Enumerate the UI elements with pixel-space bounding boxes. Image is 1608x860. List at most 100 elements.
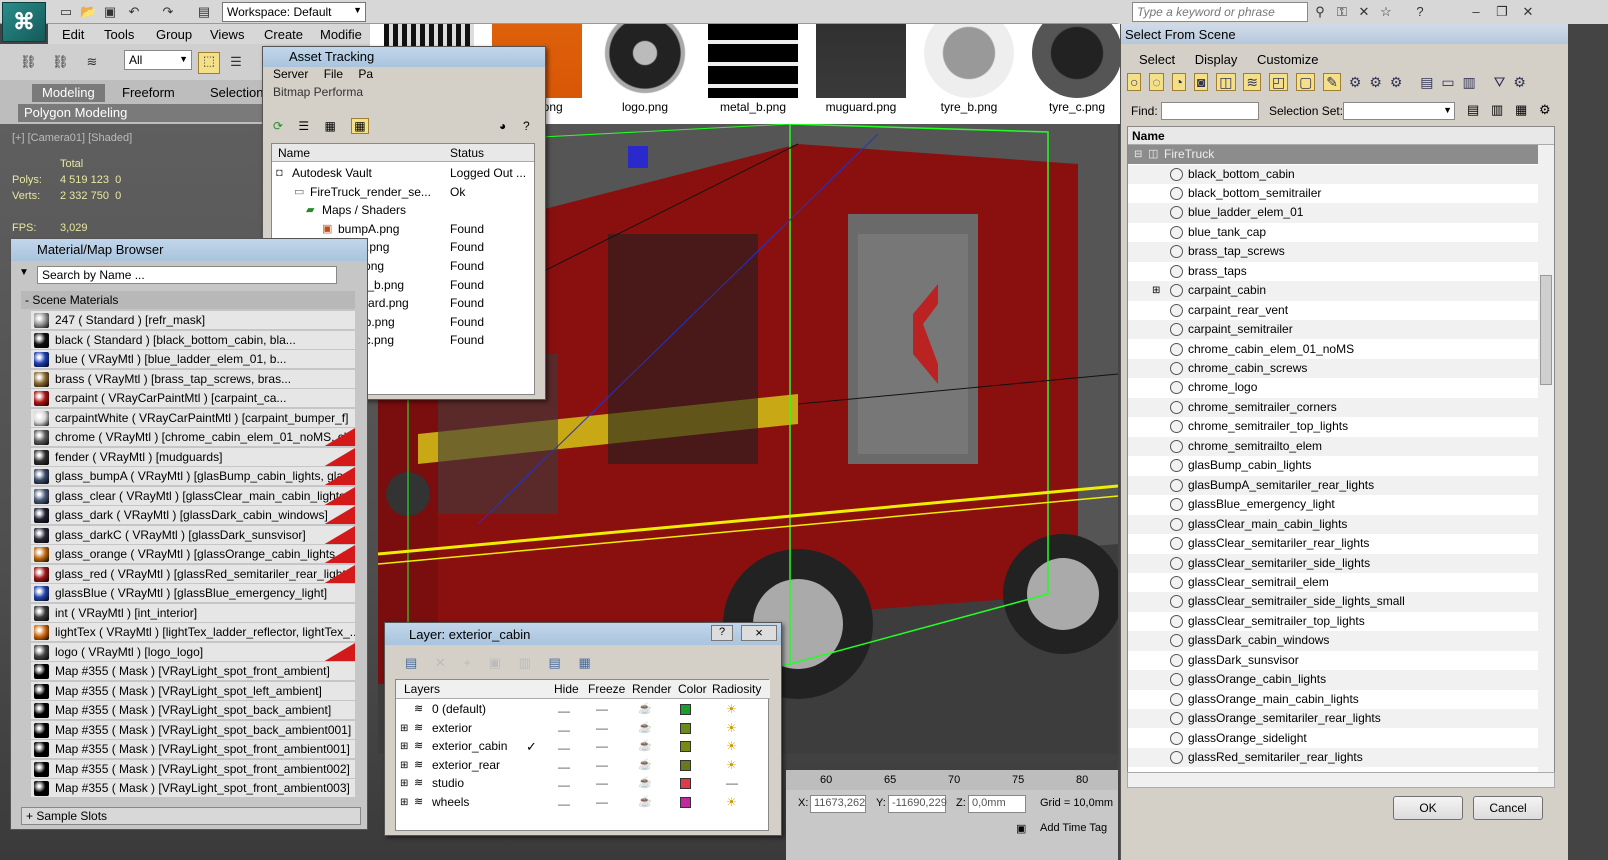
col-hide[interactable]: Hide	[554, 680, 579, 699]
time-tag-icon[interactable]: ▣	[1016, 822, 1026, 835]
close-icon[interactable]: ✕	[1520, 4, 1536, 20]
group-filter-icon[interactable]: ◰	[1269, 73, 1289, 91]
freeze-toggle[interactable]: —	[596, 774, 608, 793]
menu-edit[interactable]: Edit	[62, 27, 84, 42]
hide-toggle[interactable]: —	[558, 795, 570, 814]
material-item[interactable]: carpaint ( VRayCarPaintMtl ) [carpaint_c…	[31, 389, 355, 408]
find-input[interactable]	[1161, 102, 1259, 120]
add-to-layer-icon[interactable]: +	[463, 655, 471, 670]
asset-row[interactable]: ◘ Autodesk Vault Logged Out ...	[272, 164, 526, 182]
key-icon[interactable]: ⚿	[1334, 4, 1350, 20]
scene-object-row[interactable]: glassClear_semitariler_side_lights	[1128, 553, 1538, 573]
minimize-icon[interactable]: –	[1468, 4, 1484, 20]
scene-object-row[interactable]: glassClear_semitrail_elem	[1128, 572, 1538, 593]
material-item[interactable]: 247 ( Standard ) [refr_mask]	[31, 311, 355, 330]
menu-group[interactable]: Group	[156, 27, 192, 42]
col-radiosity[interactable]: Radiosity	[712, 680, 761, 699]
scene-object-row[interactable]: chrome_cabin_elem_01_noMS	[1128, 339, 1538, 359]
open-file-icon[interactable]: 📂	[80, 4, 96, 20]
keyword-search-input[interactable]: Type a keyword or phrase	[1132, 2, 1308, 22]
radiosity-icon[interactable]: ☀	[726, 756, 737, 775]
layer-row[interactable]: ⊞ ≋ exterior_rear — — ☕ ☀	[396, 756, 770, 775]
set-options-icon[interactable]: ⚙	[1539, 102, 1551, 118]
freeze-toggle[interactable]: —	[596, 756, 608, 775]
material-item[interactable]: Map #355 ( Mask ) [VRayLight_spot_front_…	[31, 662, 355, 681]
scene-object-row[interactable]: carpaint_semitrailer	[1128, 320, 1538, 340]
scene-list-scrollbar[interactable]	[1538, 145, 1554, 787]
selection-filter-select[interactable]: All ▼	[124, 50, 192, 70]
scene-object-row[interactable]: glassRed_semitariler_rear_lights	[1128, 748, 1538, 768]
geometry-filter-icon[interactable]: ○	[1127, 73, 1142, 91]
menu-paths[interactable]: Pa	[358, 67, 373, 81]
hide-all-icon[interactable]: ▤	[549, 655, 561, 670]
radiosity-icon[interactable]: ☀	[726, 737, 737, 756]
list-view-icon[interactable]: ☰	[298, 119, 309, 133]
z-coordinate-field[interactable]: 0,0mm	[968, 795, 1026, 813]
scene-object-row[interactable]: blue_tank_cap	[1128, 222, 1538, 243]
tab-freeform[interactable]: Freeform	[112, 84, 185, 102]
scene-object-row[interactable]: black_bottom_semitrailer	[1128, 183, 1538, 204]
current-layer-check-icon[interactable]: ✓	[526, 737, 537, 756]
scene-object-row[interactable]: glassBlue_emergency_light	[1128, 495, 1538, 515]
col-freeze[interactable]: Freeze	[588, 680, 625, 699]
render-teapot-icon[interactable]: ☕	[638, 737, 652, 756]
col-layers[interactable]: Layers	[404, 680, 440, 699]
scene-materials-group[interactable]: - Scene Materials	[21, 291, 355, 309]
expand-icon[interactable]: ⊞	[400, 756, 408, 775]
spacewarp-filter-icon[interactable]: ≋	[1243, 73, 1262, 91]
scene-object-row[interactable]: glasBump_cabin_lights	[1128, 456, 1538, 476]
polygon-modeling-panel[interactable]: Polygon Modeling	[18, 104, 278, 122]
material-search-input[interactable]: Search by Name ...	[37, 266, 337, 284]
material-item[interactable]: glass_darkC ( VRayMtl ) [glassDark_sunsv…	[31, 525, 355, 545]
layer-color-swatch[interactable]	[680, 741, 691, 753]
select-in-layer-icon[interactable]: ▣	[489, 655, 501, 670]
render-teapot-icon[interactable]: ☕	[638, 700, 652, 719]
material-item[interactable]: Map #355 ( Mask ) [VRayLight_spot_front_…	[31, 779, 355, 798]
expand-icon[interactable]: ⊞	[400, 719, 408, 738]
scene-object-row[interactable]: ⊞ carpaint_cabin	[1128, 281, 1538, 301]
freeze-toggle[interactable]: —	[596, 737, 608, 756]
light-filter-icon[interactable]: ◔	[1171, 73, 1187, 91]
layer-color-swatch[interactable]	[680, 778, 691, 790]
scene-object-row[interactable]: carpaint_rear_vent	[1128, 300, 1538, 321]
layer-color-swatch[interactable]	[680, 797, 691, 808]
new-file-icon[interactable]: ▭	[58, 4, 74, 20]
cancel-button[interactable]: Cancel	[1473, 796, 1543, 820]
invert-display-icon[interactable]: ⚙	[1390, 74, 1403, 90]
star-icon[interactable]: ☆	[1378, 4, 1394, 20]
menu-display[interactable]: Display	[1195, 52, 1238, 67]
close-button[interactable]: ×	[741, 625, 777, 641]
material-item[interactable]: logo ( VRayMtl ) [logo_logo]	[31, 642, 355, 662]
material-item[interactable]: glass_red ( VRayMtl ) [glassRed_semitari…	[31, 564, 355, 584]
edit-set-icon[interactable]: ▥	[1491, 102, 1503, 118]
material-item[interactable]: fender ( VRayMtl ) [mudguards]	[31, 447, 355, 467]
scene-object-row[interactable]: chrome_cabin_screws	[1128, 359, 1538, 379]
material-item[interactable]: Map #355 ( Mask ) [VRayLight_spot_front_…	[31, 740, 355, 759]
restore-icon[interactable]: ❐	[1494, 4, 1510, 20]
material-item[interactable]: Map #355 ( Mask ) [VRayLight_spot_back_a…	[31, 701, 355, 720]
scene-object-row[interactable]: glassClear_semitariler_rear_lights	[1128, 534, 1538, 554]
freeze-toggle[interactable]: —	[596, 793, 608, 812]
render-teapot-icon[interactable]: ☕	[638, 793, 652, 812]
scene-object-row[interactable]: glassOrange_main_cabin_lights	[1128, 689, 1538, 710]
material-item[interactable]: Map #355 ( Mask ) [VRayLight_spot_back_a…	[31, 720, 355, 740]
expand-icon[interactable]: ⊞	[400, 737, 408, 756]
select-none-icon[interactable]: ▭	[1441, 74, 1454, 90]
menu-file[interactable]: File	[324, 67, 343, 81]
material-item[interactable]: int ( VRayMtl ) [int_interior]	[31, 603, 355, 623]
freeze-all-icon[interactable]: ▦	[578, 655, 590, 670]
render-teapot-icon[interactable]: ☕	[638, 774, 652, 793]
material-item[interactable]: glass_clear ( VRayMtl ) [glassClear_main…	[31, 486, 355, 506]
remove-set-icon[interactable]: ▦	[1515, 102, 1527, 118]
scene-object-row[interactable]: chrome_semitrailto_elem	[1128, 436, 1538, 457]
scene-object-row[interactable]: glassClear_semitrailer_top_lights	[1128, 611, 1538, 632]
timeline[interactable]: 60 65 70 75 80	[786, 770, 1118, 790]
radiosity-icon[interactable]: —	[726, 774, 738, 793]
menu-views[interactable]: Views	[210, 27, 244, 42]
create-layer-icon[interactable]: ▤	[405, 655, 417, 670]
material-item[interactable]: black ( Standard ) [black_bottom_cabin, …	[31, 330, 355, 350]
asset-row[interactable]: ▣ bumpA.png Found	[272, 220, 522, 238]
delete-layer-icon[interactable]: ✕	[435, 655, 446, 670]
undo-icon[interactable]: ↶	[126, 4, 142, 20]
sample-slots-group[interactable]: + Sample Slots	[21, 807, 361, 825]
